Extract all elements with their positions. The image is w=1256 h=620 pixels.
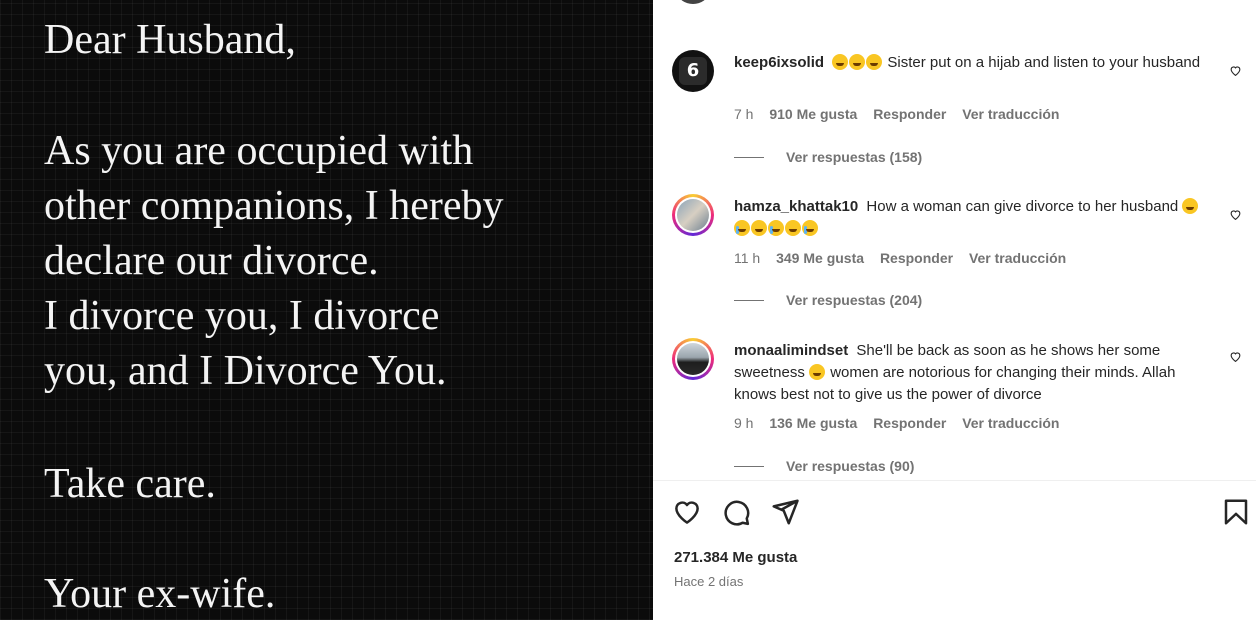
letter-closing: Take care. — [44, 461, 216, 507]
comment-username[interactable]: keep6ixsolid — [734, 54, 824, 71]
avatar-ring-gap — [675, 197, 711, 233]
comments-panel: 6 keep6ixsolid Sister put on a hijab and… — [653, 0, 1256, 620]
comment-username[interactable]: monaalimindset — [734, 342, 848, 359]
translate-button[interactable]: Ver traducción — [969, 250, 1066, 266]
reply-button[interactable]: Responder — [873, 415, 946, 431]
post-image: Dear Husband, As you are occupied with o… — [0, 0, 653, 620]
replies-line — [734, 157, 764, 158]
rofl-emoji — [785, 220, 801, 236]
crying-emoji — [802, 220, 818, 236]
view-replies-label: Ver respuestas (204) — [786, 292, 923, 308]
heart-icon[interactable] — [1229, 64, 1242, 77]
comment-time: 9 h — [734, 415, 754, 431]
laughing-emoji — [809, 364, 826, 380]
translate-button[interactable]: Ver traducción — [962, 415, 1059, 431]
comment-likes[interactable]: 136 Me gusta — [769, 415, 857, 431]
translate-button[interactable]: Ver traducción — [962, 106, 1059, 122]
comment-meta: 7 h 910 Me gusta Responder Ver traducció… — [734, 106, 1071, 122]
avatar-photo — [677, 199, 709, 231]
letter-line: declare our divorce. — [44, 238, 379, 284]
comment-text: hamza_khattak10 How a woman can give div… — [734, 196, 1204, 240]
letter-greeting: Dear Husband, — [44, 17, 296, 63]
heart-icon[interactable] — [672, 497, 702, 527]
comment-likes[interactable]: 910 Me gusta — [769, 106, 857, 122]
post-timestamp[interactable]: Hace 2 días — [674, 574, 743, 589]
avatar-badge: 6 — [679, 57, 707, 85]
reply-button[interactable]: Responder — [873, 106, 946, 122]
heart-icon[interactable] — [1229, 208, 1242, 221]
comment-time: 11 h — [734, 250, 761, 266]
letter-signature: Your ex-wife. — [44, 571, 276, 617]
letter-line: other companions, I hereby — [44, 183, 504, 229]
avatar-photo — [677, 343, 709, 375]
replies-line — [734, 466, 764, 467]
rofl-emoji — [751, 220, 767, 236]
comment-time: 7 h — [734, 106, 754, 122]
view-replies-button[interactable]: Ver respuestas (90) — [734, 458, 914, 474]
letter-line: As you are occupied with — [44, 128, 474, 174]
laughing-emoji — [866, 54, 883, 70]
divider — [653, 480, 1256, 481]
comment-text: keep6ixsolid Sister put on a hijab and l… — [734, 52, 1204, 74]
likes-count[interactable]: 271.384 Me gusta — [674, 549, 797, 566]
laughing-emoji — [832, 54, 849, 70]
comment-bubble-icon[interactable] — [721, 497, 751, 527]
view-replies-label: Ver respuestas (90) — [786, 458, 915, 474]
send-icon[interactable] — [770, 497, 800, 527]
bookmark-icon[interactable] — [1221, 497, 1251, 527]
crying-emoji — [768, 220, 784, 236]
crying-emoji — [734, 220, 750, 236]
view-replies-label: Ver respuestas (158) — [786, 149, 923, 165]
comment-username[interactable]: hamza_khattak10 — [734, 198, 858, 215]
heart-icon[interactable] — [1229, 350, 1242, 363]
comment-meta: 9 h 136 Me gusta Responder Ver traducció… — [734, 415, 1071, 431]
avatar[interactable] — [672, 338, 714, 380]
avatar[interactable]: 6 — [672, 50, 714, 92]
rofl-emoji — [1182, 198, 1199, 214]
avatar[interactable] — [672, 194, 714, 236]
letter-line: you, and I Divorce You. — [44, 348, 447, 394]
author-avatar[interactable] — [678, 0, 708, 4]
reply-button[interactable]: Responder — [880, 250, 953, 266]
comment-body: How a woman can give divorce to her husb… — [866, 198, 1179, 215]
comment-meta: 11 h 349 Me gusta Responder Ver traducci… — [734, 250, 1078, 266]
comment-likes[interactable]: 349 Me gusta — [776, 250, 864, 266]
letter-line: I divorce you, I divorce — [44, 293, 440, 339]
laughing-emoji — [849, 54, 866, 70]
avatar-ring-gap — [675, 341, 711, 377]
view-replies-button[interactable]: Ver respuestas (204) — [734, 292, 922, 308]
comment-text: monaalimindset She'll be back as soon as… — [734, 340, 1204, 406]
view-replies-button[interactable]: Ver respuestas (158) — [734, 149, 922, 165]
replies-line — [734, 300, 764, 301]
comment-body: Sister put on a hijab and listen to your… — [887, 54, 1201, 71]
